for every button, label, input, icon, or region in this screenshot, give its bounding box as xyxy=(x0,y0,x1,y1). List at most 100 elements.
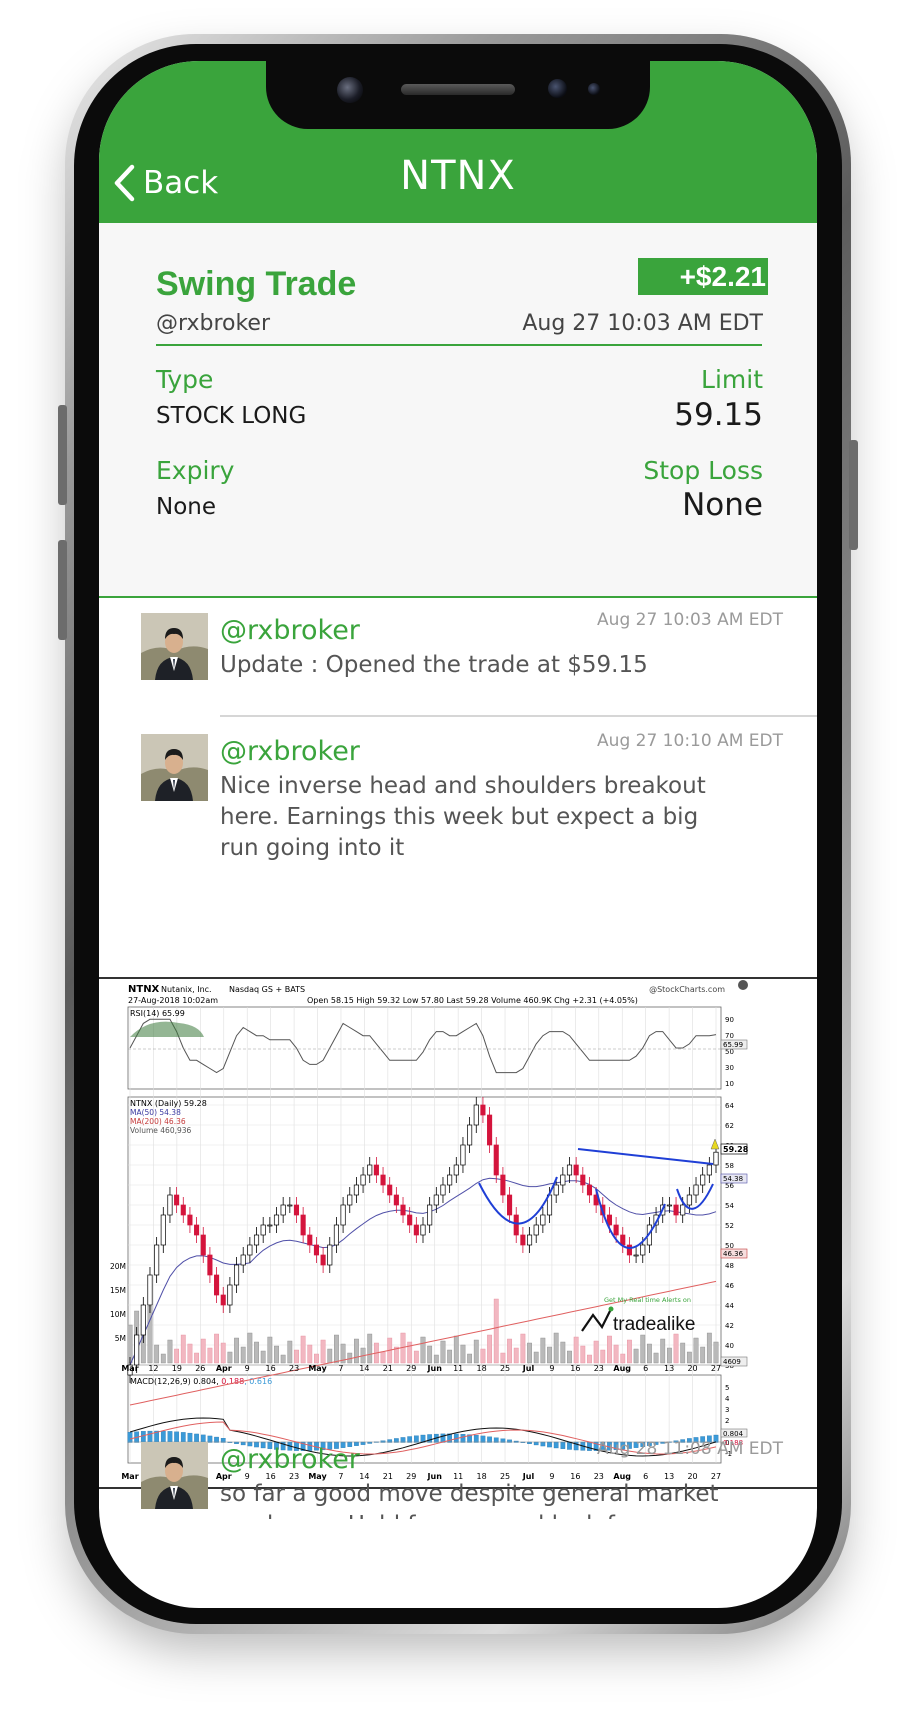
rsi-tag-text: 65.99 xyxy=(723,1041,743,1049)
volume-bar xyxy=(354,1338,359,1364)
volume-bar xyxy=(247,1332,253,1364)
x-tick-label: 16 xyxy=(570,1364,580,1373)
macd-histogram-bar xyxy=(407,1436,413,1443)
candle-body xyxy=(680,1204,686,1216)
price-tick-label: 44 xyxy=(725,1302,734,1310)
volume-tick-label: 10M xyxy=(110,1310,126,1319)
last-price-tag-text: 59.28 xyxy=(723,1145,749,1154)
candle-body xyxy=(540,1214,546,1226)
post-username[interactable]: @rxbroker xyxy=(220,736,360,767)
type-value: STOCK LONG xyxy=(156,403,307,429)
watermark-caption: Get My Real time Alerts on xyxy=(604,1296,691,1304)
macd-label: MACD(12,26,9) 0.804, 0.188, 0.616 xyxy=(130,1377,272,1386)
candle-body xyxy=(174,1194,180,1206)
x-tick-label: Aug xyxy=(613,1364,631,1373)
candle-body xyxy=(260,1224,266,1236)
volume-bar xyxy=(307,1344,313,1364)
candle-body xyxy=(154,1244,160,1276)
volume-bar xyxy=(234,1337,239,1364)
volume-bar xyxy=(620,1353,626,1364)
macd-histogram-bar xyxy=(560,1441,566,1449)
candle-body xyxy=(580,1174,586,1186)
user-avatar-icon xyxy=(141,1442,208,1509)
stock-chart: NTNX Nutanix, Inc. Nasdaq GS + BATS @Sto… xyxy=(110,980,749,1481)
volume-bar xyxy=(200,1338,206,1364)
volume-bar xyxy=(294,1349,299,1364)
candle-body xyxy=(586,1184,593,1196)
candle-body xyxy=(187,1214,193,1226)
macd-histogram-bar xyxy=(567,1441,572,1450)
chart-company: Nutanix, Inc. xyxy=(161,985,212,994)
candle-body xyxy=(440,1184,446,1196)
ma50-label: MA(50) 54.38 xyxy=(130,1108,181,1117)
volume-bar xyxy=(500,1352,506,1364)
macd-histogram-bar xyxy=(413,1435,419,1443)
price-tick-label: 54 xyxy=(725,1202,734,1210)
candle-body xyxy=(613,1224,619,1236)
watermark-brand: tradealike xyxy=(613,1314,695,1335)
avatar[interactable] xyxy=(141,1442,208,1509)
rsi-tick-label: 90 xyxy=(725,1016,734,1024)
stock-chart-image[interactable]: NTNX Nutanix, Inc. Nasdaq GS + BATS @Sto… xyxy=(99,977,817,1489)
volume-bar xyxy=(180,1334,186,1364)
limit-label: Limit xyxy=(701,365,763,394)
candle-body xyxy=(280,1204,286,1216)
x-tick-label: 11 xyxy=(453,1364,463,1373)
macd-tick-label: 5 xyxy=(725,1384,729,1392)
page-title: NTNX xyxy=(400,153,516,199)
candle-body xyxy=(666,1204,672,1207)
screen: Back NTNX Swing Trade +$2.21 @rxbroker A… xyxy=(99,61,817,1608)
volume-label: Volume 460,936 xyxy=(130,1126,192,1135)
macd-histogram-bar xyxy=(360,1441,366,1445)
volume-bar xyxy=(267,1336,273,1364)
avatar[interactable] xyxy=(141,734,208,801)
volume-bar xyxy=(613,1344,619,1364)
candle-body xyxy=(134,1334,140,1366)
volume-bar xyxy=(433,1354,439,1364)
volume-bar xyxy=(260,1350,266,1364)
candle-body xyxy=(393,1194,399,1206)
volume-bar xyxy=(380,1351,386,1364)
candle-body xyxy=(640,1244,646,1256)
trade-title: Swing Trade xyxy=(156,265,357,303)
candle-body xyxy=(447,1174,453,1186)
macd-histogram-bar xyxy=(167,1431,173,1443)
x-tick-label: 29 xyxy=(406,1364,416,1373)
x-tick-label: 13 xyxy=(664,1364,674,1373)
volume-bar xyxy=(487,1334,492,1364)
x-tick-label: 25 xyxy=(500,1364,510,1373)
macd-tag-text: 0.804 xyxy=(723,1430,744,1438)
volume-bar xyxy=(520,1333,526,1364)
sensor-icon xyxy=(548,79,567,98)
candle-body xyxy=(333,1224,339,1246)
x-tick-label: Jun xyxy=(427,1364,443,1373)
volume-bar xyxy=(507,1338,512,1364)
macd-histogram-bar xyxy=(533,1441,539,1446)
candle-body xyxy=(220,1294,226,1306)
volume-bar xyxy=(254,1341,259,1364)
trade-author[interactable]: @rxbroker xyxy=(156,311,270,336)
candle-body xyxy=(227,1284,233,1306)
limit-value: 59.15 xyxy=(674,397,763,433)
avatar[interactable] xyxy=(141,613,208,680)
volume-bar xyxy=(280,1354,286,1364)
candle-body xyxy=(407,1214,413,1226)
macd-histogram-bar xyxy=(160,1430,166,1443)
post-username[interactable]: @rxbroker xyxy=(220,615,360,646)
macd-histogram-bar xyxy=(480,1435,486,1443)
candle-body xyxy=(320,1254,326,1266)
volume-bar xyxy=(600,1349,606,1364)
candle-body xyxy=(633,1254,639,1257)
logo-dot-icon xyxy=(608,1306,614,1312)
candle-body xyxy=(693,1184,699,1196)
volume-bar xyxy=(686,1351,692,1364)
volume-bar xyxy=(660,1338,666,1364)
candle-body xyxy=(267,1224,273,1227)
candle-body xyxy=(247,1244,253,1256)
volume-bar xyxy=(187,1343,193,1364)
post-username[interactable]: @rxbroker xyxy=(220,1444,360,1475)
volume-bar xyxy=(560,1341,566,1364)
volume-bar xyxy=(580,1345,586,1364)
candle-body xyxy=(487,1114,493,1146)
candle-body xyxy=(526,1234,533,1246)
